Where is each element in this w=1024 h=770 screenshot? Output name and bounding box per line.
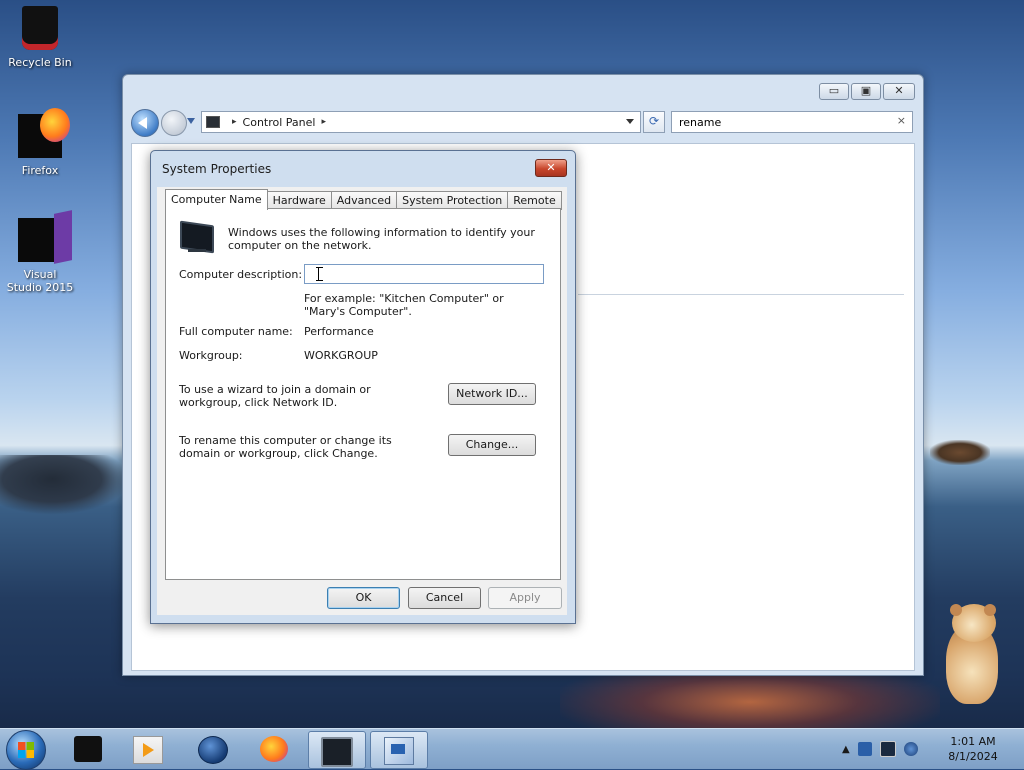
- start-button[interactable]: [6, 730, 46, 770]
- network-icon[interactable]: [879, 741, 896, 757]
- search-input[interactable]: [677, 114, 891, 130]
- desktop-icon-recycle-bin[interactable]: Recycle Bin: [0, 6, 80, 69]
- intro-text: Windows uses the following information t…: [228, 226, 535, 252]
- taskbar-item-monitor[interactable]: [308, 731, 366, 769]
- desktop-icon-visual-studio[interactable]: Visual Studio 2015: [0, 218, 80, 294]
- apply-button[interactable]: Apply: [488, 587, 562, 609]
- desktop-icon-firefox[interactable]: Firefox: [0, 108, 80, 177]
- taskbar-item-firefox[interactable]: [246, 731, 302, 767]
- workgroup-value: WORKGROUP: [304, 349, 378, 362]
- text-cursor-icon: [316, 267, 323, 281]
- globe-icon: [198, 736, 228, 764]
- media-player-icon: [133, 736, 163, 764]
- computer-icon-stand: [188, 249, 206, 252]
- taskbar-item-browser[interactable]: [185, 731, 241, 767]
- control-panel-icon: [206, 116, 220, 128]
- dialog-close-button[interactable]: ✕: [535, 159, 567, 177]
- tab-computer-name[interactable]: Computer Name: [165, 189, 268, 210]
- recent-pages-dropdown[interactable]: [187, 118, 195, 124]
- breadcrumb-separator[interactable]: ▸: [232, 117, 237, 127]
- system-tray: ▲: [842, 739, 918, 759]
- change-button[interactable]: Change...: [448, 434, 536, 456]
- breadcrumb-control-panel[interactable]: Control Panel: [243, 116, 316, 129]
- full-name-label: Full computer name:: [179, 325, 293, 338]
- cancel-button[interactable]: Cancel: [408, 587, 481, 609]
- divider: [578, 294, 904, 295]
- system-properties-icon: [384, 737, 414, 765]
- ok-button[interactable]: OK: [327, 587, 400, 609]
- close-button[interactable]: ✕: [883, 83, 915, 100]
- desktop-icon-label: Visual Studio 2015: [6, 268, 74, 294]
- computer-name-page: Windows uses the following information t…: [165, 208, 561, 580]
- desktop-icon-label: Recycle Bin: [8, 56, 72, 69]
- volume-icon[interactable]: [903, 742, 918, 756]
- monitor-icon: [321, 737, 353, 767]
- firefox-icon: [18, 108, 70, 158]
- address-bar[interactable]: ▸ Control Panel ▸: [201, 111, 641, 133]
- workgroup-label: Workgroup:: [179, 349, 243, 362]
- address-dropdown-icon[interactable]: [626, 119, 634, 124]
- system-properties-dialog: System Properties ✕ Computer Name Hardwa…: [150, 150, 576, 624]
- desktop-icon-label: Firefox: [21, 164, 59, 177]
- network-id-text: To use a wizard to join a domain or work…: [179, 383, 371, 409]
- visual-studio-icon: [18, 218, 62, 262]
- action-center-icon[interactable]: [857, 742, 872, 756]
- description-label: Computer description:: [179, 268, 303, 281]
- forward-button[interactable]: [161, 110, 187, 136]
- black-app-icon: [74, 736, 102, 762]
- refresh-button[interactable]: ⟳: [643, 111, 665, 133]
- breadcrumb-separator[interactable]: ▸: [321, 117, 326, 127]
- back-arrow-icon: [138, 117, 147, 129]
- wallpaper-rocks: [930, 440, 990, 465]
- navigation-bar: ▸ Control Panel ▸ ⟳ ×: [131, 109, 915, 137]
- description-example: For example: "Kitchen Computer" or "Mary…: [304, 292, 504, 318]
- computer-description-input[interactable]: [304, 264, 544, 284]
- firefox-icon: [260, 736, 288, 762]
- clock-date: 8/1/2024: [948, 750, 998, 763]
- taskbar-item[interactable]: [60, 731, 116, 767]
- hamster-mascot: [938, 602, 1008, 706]
- window-controls: ▭ ▣ ✕: [819, 83, 915, 100]
- taskbar-item-system-properties[interactable]: [370, 731, 428, 769]
- clock[interactable]: 1:01 AM 8/1/2024: [942, 734, 1004, 764]
- full-name-value: Performance: [304, 325, 374, 338]
- dialog-title: System Properties: [162, 162, 272, 176]
- minimize-button[interactable]: ▭: [819, 83, 849, 100]
- maximize-button[interactable]: ▣: [851, 83, 881, 100]
- network-id-button[interactable]: Network ID...: [448, 383, 536, 405]
- taskbar-item-media-player[interactable]: [120, 731, 176, 767]
- search-box[interactable]: ×: [671, 111, 913, 133]
- recycle-bin-icon: [22, 6, 58, 50]
- taskbar: ▲ 1:01 AM 8/1/2024: [0, 728, 1024, 770]
- windows-logo-icon: [18, 742, 34, 758]
- clock-time: 1:01 AM: [950, 735, 996, 748]
- rename-text: To rename this computer or change its do…: [179, 434, 392, 460]
- dialog-body: Computer Name Hardware Advanced System P…: [157, 187, 567, 615]
- wallpaper-rocks: [0, 455, 130, 515]
- back-button[interactable]: [131, 109, 159, 137]
- show-hidden-icons-button[interactable]: ▲: [842, 744, 850, 755]
- clear-search-icon[interactable]: ×: [897, 114, 906, 127]
